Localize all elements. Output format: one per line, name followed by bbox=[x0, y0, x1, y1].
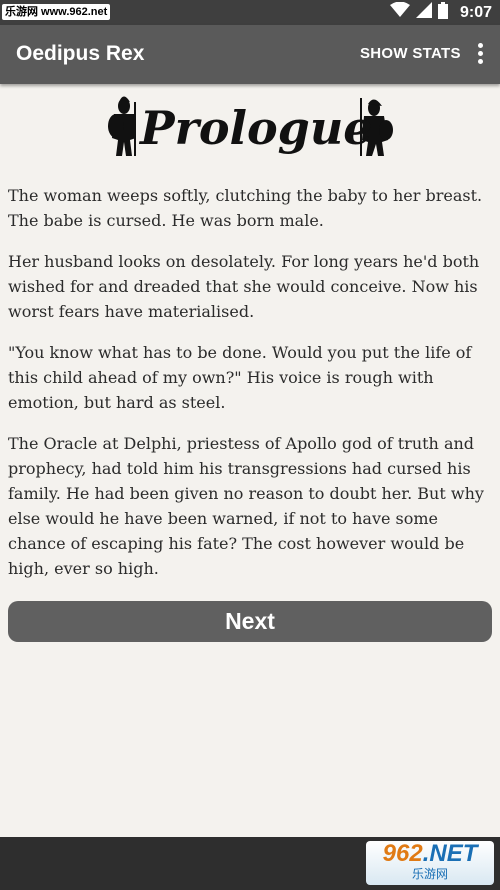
story-paragraph: Her husband looks on desolately. For lon… bbox=[8, 252, 480, 321]
site-watermark-logo: 962.NET 乐游网 bbox=[366, 841, 494, 885]
status-time: 9:07 bbox=[459, 3, 492, 21]
watermark-main: 962.NET bbox=[382, 840, 478, 867]
watermark-sub: 乐游网 bbox=[411, 867, 448, 881]
show-stats-button[interactable]: SHOW STATS bbox=[360, 45, 461, 62]
story-paragraph: The Oracle at Delphi, priestess of Apoll… bbox=[8, 434, 484, 578]
prologue-header-image: Prologue bbox=[106, 96, 394, 160]
status-watermark: 乐游网 www.962.net bbox=[2, 4, 111, 20]
navigation-bar: 962.NET 乐游网 bbox=[0, 837, 500, 890]
status-icons: 9:07 bbox=[389, 1, 492, 24]
next-button[interactable]: Next bbox=[8, 601, 492, 642]
header-title-text: Prologue bbox=[140, 101, 373, 155]
warrior-figure-left bbox=[108, 96, 136, 156]
battery-icon bbox=[437, 1, 448, 24]
story-paragraph: "You know what has to be done. Would you… bbox=[8, 343, 472, 412]
app-title: Oedipus Rex bbox=[16, 42, 145, 65]
story-text: The woman weeps softly, clutching the ba… bbox=[8, 183, 496, 597]
status-bar: 乐游网 www.962.net 9:07 bbox=[0, 0, 500, 25]
more-vert-icon[interactable] bbox=[474, 41, 486, 69]
app-bar: Oedipus Rex SHOW STATS bbox=[0, 25, 500, 84]
signal-icon bbox=[415, 2, 432, 23]
story-paragraph: The woman weeps softly, clutching the ba… bbox=[8, 186, 483, 230]
wifi-icon bbox=[389, 1, 410, 23]
